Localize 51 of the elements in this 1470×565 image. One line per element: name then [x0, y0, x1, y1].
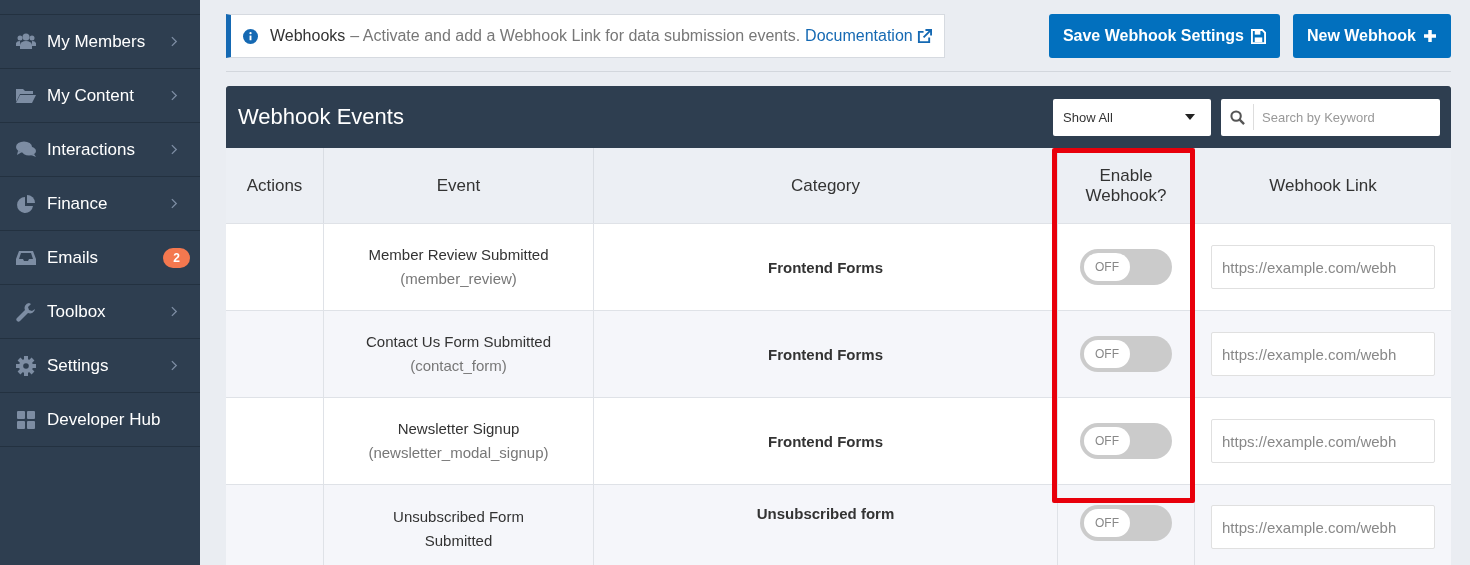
- save-button[interactable]: Save Webhook Settings: [1048, 14, 1280, 58]
- category-text: Frontend Forms: [768, 345, 883, 363]
- external-link-icon: [916, 28, 932, 44]
- plus-icon: [1423, 29, 1437, 43]
- sidebar-item[interactable]: Emails 2: [0, 230, 200, 284]
- documentation-link[interactable]: Documentation: [805, 27, 932, 45]
- column-header: Actions: [226, 148, 324, 223]
- search-icon: [1230, 109, 1245, 125]
- event-name: Contact Us Form Submitted: [364, 332, 553, 352]
- event-name: Newsletter Signup: [396, 419, 521, 439]
- url-input[interactable]: https://example.com/webh: [1211, 332, 1435, 376]
- panel-title: Webhook Events: [238, 104, 405, 130]
- chevron-right-icon: [171, 90, 178, 101]
- search-field[interactable]: Search by Keyword: [1221, 98, 1440, 136]
- chevron-right-icon: [171, 144, 178, 155]
- toggle-switch[interactable]: OFF: [1080, 249, 1172, 285]
- new-button[interactable]: New Webhook: [1292, 14, 1451, 58]
- grid-icon: [16, 409, 36, 430]
- column-header: Webhook Link: [1195, 148, 1451, 223]
- url-input[interactable]: https://example.com/webh: [1211, 505, 1435, 549]
- toggle-switch[interactable]: OFF: [1080, 505, 1172, 541]
- category-text: Unsubscribed form: [756, 505, 895, 522]
- banner-title: Webhooks: [270, 27, 346, 45]
- pie-chart-icon: [16, 193, 36, 214]
- column-header: Category: [594, 148, 1058, 223]
- event-code: (contact_form): [410, 356, 507, 376]
- url-input[interactable]: https://example.com/webh: [1211, 245, 1435, 289]
- event-name: Unsubscribed Form Submitted: [392, 507, 525, 551]
- count-badge: 2: [163, 247, 190, 268]
- gear-icon: [16, 355, 36, 376]
- users-icon: [16, 31, 36, 52]
- column-header: Event: [324, 148, 594, 223]
- chevron-right-icon: [171, 36, 178, 47]
- event-code: (newsletter_modal_signup): [368, 443, 549, 463]
- info-icon: [243, 28, 258, 44]
- url-input[interactable]: https://example.com/webh: [1211, 419, 1435, 463]
- event-name: Member Review Submitted: [367, 245, 550, 265]
- toggle-switch[interactable]: OFF: [1080, 336, 1172, 372]
- chevron-right-icon: [171, 306, 178, 317]
- sidebar-item[interactable]: Developer Hub: [0, 392, 200, 447]
- filter-dropdown[interactable]: Show All: [1053, 98, 1211, 136]
- category-text: Frontend Forms: [768, 432, 883, 450]
- chevron-right-icon: [171, 360, 178, 371]
- chat-bubbles-icon: [16, 139, 36, 160]
- toggle-switch[interactable]: OFF: [1080, 423, 1172, 459]
- chevron-right-icon: [171, 198, 178, 209]
- banner-text: – Activate and add a Webhook Link for data submission events.: [350, 27, 801, 45]
- wrench-icon: [16, 301, 36, 322]
- category-text: Frontend Forms: [768, 258, 883, 276]
- caret-down-icon: [1185, 114, 1195, 120]
- event-code: (member_review): [400, 269, 517, 289]
